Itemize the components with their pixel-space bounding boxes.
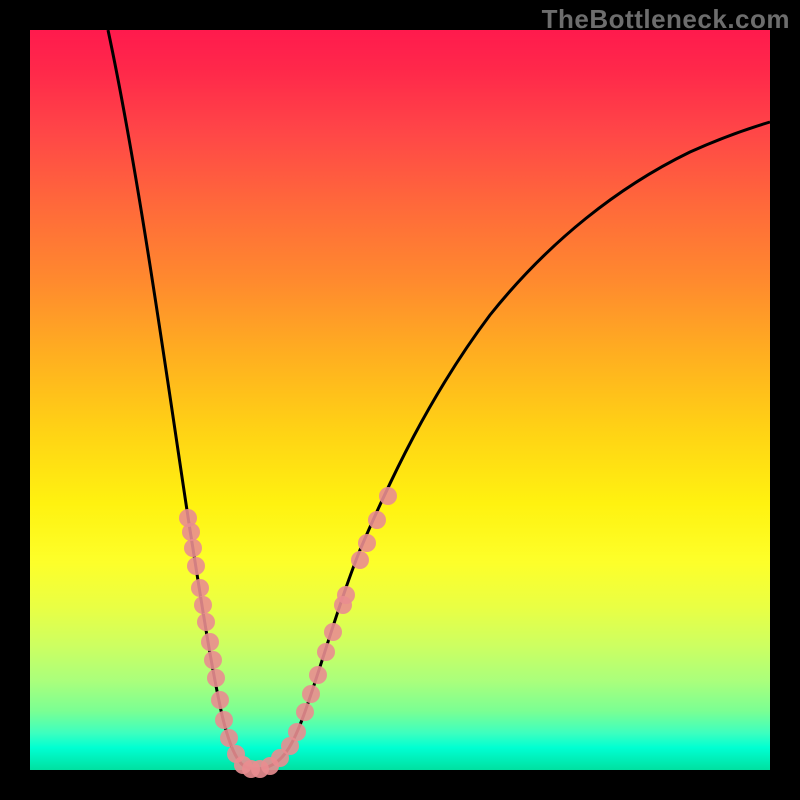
data-dot <box>215 711 233 729</box>
data-dot <box>207 669 225 687</box>
data-dot <box>324 623 342 641</box>
watermark-text: TheBottleneck.com <box>542 4 790 35</box>
data-dot <box>358 534 376 552</box>
data-dots <box>179 487 397 778</box>
data-dot <box>317 643 335 661</box>
chart-frame: TheBottleneck.com <box>0 0 800 800</box>
chart-svg <box>30 30 770 770</box>
data-dot <box>337 586 355 604</box>
data-dot <box>191 579 209 597</box>
chart-plot-area <box>30 30 770 770</box>
data-dot <box>204 651 222 669</box>
data-dot <box>368 511 386 529</box>
data-dot <box>302 685 320 703</box>
data-dot <box>296 703 314 721</box>
data-dot <box>182 523 200 541</box>
data-dot <box>220 729 238 747</box>
data-dot <box>201 633 219 651</box>
data-dot <box>197 613 215 631</box>
data-dot <box>187 557 205 575</box>
data-dot <box>194 596 212 614</box>
data-dot <box>379 487 397 505</box>
data-dot <box>211 691 229 709</box>
data-dot <box>184 539 202 557</box>
data-dot <box>288 723 306 741</box>
data-dot <box>309 666 327 684</box>
data-dot <box>351 551 369 569</box>
